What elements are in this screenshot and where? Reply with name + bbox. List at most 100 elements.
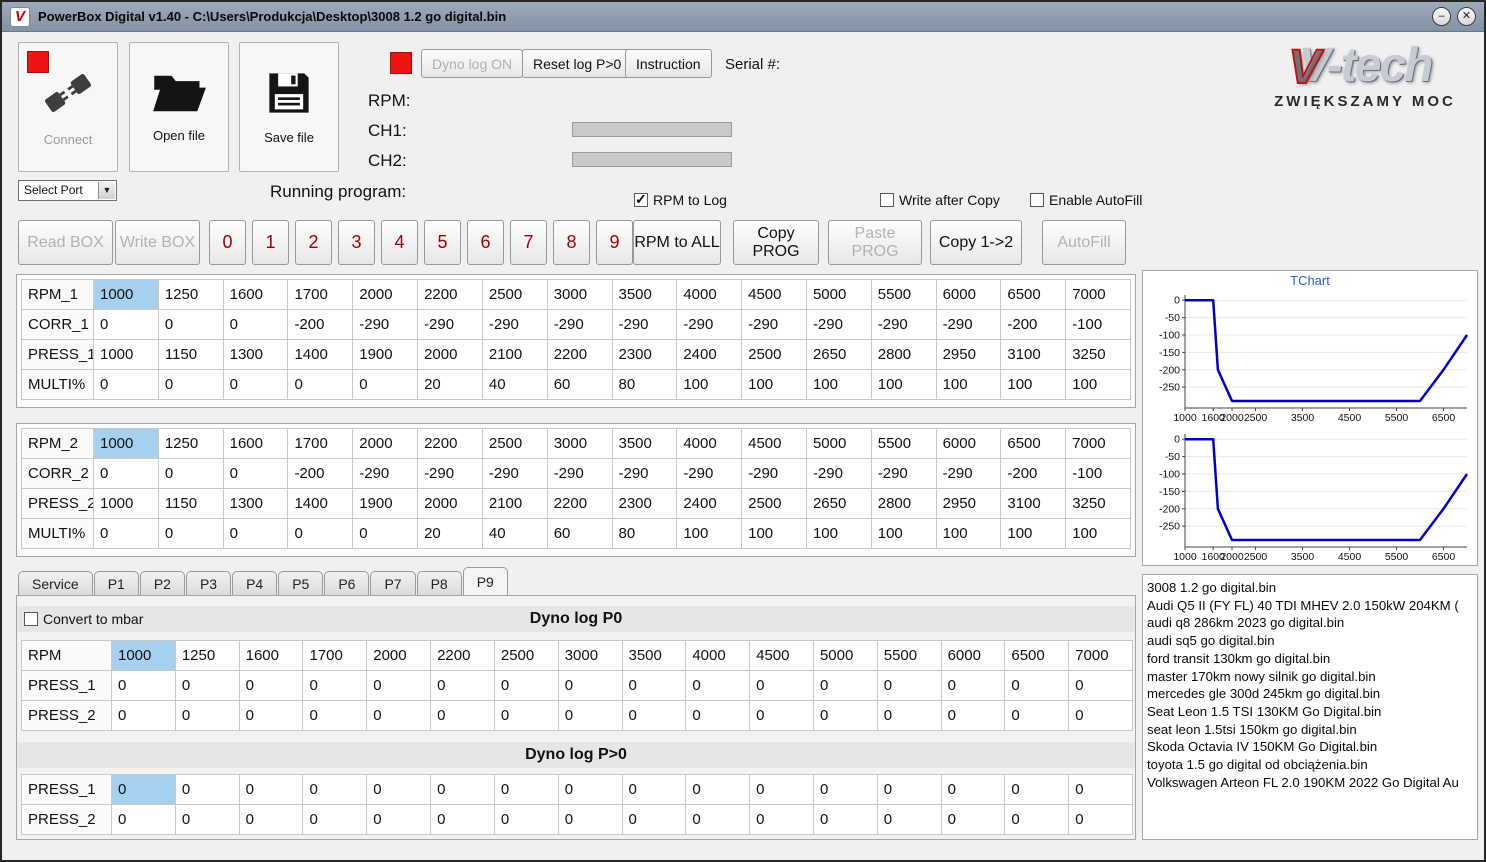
cell-RPM_2-3[interactable]: 1700: [288, 429, 354, 459]
cell-MULTI%-13[interactable]: 100: [936, 370, 1002, 400]
cell-RPM_1-8[interactable]: 3500: [612, 280, 678, 310]
cell-PRESS_2-5[interactable]: 0: [431, 701, 495, 731]
cell-PRESS_2-15[interactable]: 0: [1069, 701, 1133, 731]
cell-RPM-3[interactable]: 1700: [303, 641, 368, 671]
cell-PRESS_2-11[interactable]: 2650: [806, 489, 872, 519]
cell-CORR_1-1[interactable]: 0: [158, 310, 224, 340]
cell-MULTI%-9[interactable]: 100: [677, 519, 743, 549]
checkbox-box[interactable]: [634, 191, 648, 208]
file-list-item[interactable]: 3008 1.2 go digital.bin: [1147, 579, 1477, 597]
cell-PRESS_1-10[interactable]: 0: [750, 671, 814, 701]
cell-RPM-14[interactable]: 6500: [1005, 641, 1070, 671]
cell-RPM_1-10[interactable]: 4500: [742, 280, 807, 310]
cell-CORR_1-11[interactable]: -290: [806, 310, 872, 340]
cell-PRESS_2-7[interactable]: 0: [558, 805, 623, 835]
cell-RPM-7[interactable]: 3000: [558, 641, 623, 671]
cell-PRESS_2-8[interactable]: 0: [622, 701, 687, 731]
cell-CORR_2-11[interactable]: -290: [806, 459, 872, 489]
cell-PRESS_1-13[interactable]: 0: [941, 671, 1006, 701]
cell-RPM_2-2[interactable]: 1600: [223, 429, 289, 459]
cell-CORR_2-12[interactable]: -290: [871, 459, 937, 489]
file-list-item[interactable]: Audi Q5 II (FY FL) 40 TDI MHEV 2.0 150kW…: [1147, 597, 1477, 615]
cell-PRESS_1-14[interactable]: 0: [1005, 775, 1070, 805]
cell-PRESS_2-8[interactable]: 0: [622, 805, 687, 835]
cell-PRESS_1-14[interactable]: 3100: [1001, 340, 1067, 370]
cell-PRESS_2-13[interactable]: 0: [941, 701, 1006, 731]
cell-PRESS_2-12[interactable]: 0: [877, 805, 942, 835]
cell-PRESS_1-3[interactable]: 1400: [288, 340, 354, 370]
cell-PRESS_2-6[interactable]: 0: [494, 805, 559, 835]
cell-CORR_1-9[interactable]: -290: [677, 310, 743, 340]
cell-RPM_1-12[interactable]: 5500: [871, 280, 937, 310]
cell-PRESS_1-3[interactable]: 0: [303, 775, 368, 805]
cell-CORR_2-14[interactable]: -200: [1001, 459, 1067, 489]
cell-MULTI%-12[interactable]: 100: [871, 519, 937, 549]
cell-PRESS_1-12[interactable]: 0: [877, 775, 942, 805]
rpm-to-log-checkbox[interactable]: RPM to Log: [634, 191, 727, 208]
cell-RPM-13[interactable]: 6000: [941, 641, 1006, 671]
cell-PRESS_1-12[interactable]: 2800: [871, 340, 937, 370]
cell-PRESS_2-2[interactable]: 0: [239, 805, 304, 835]
cell-PRESS_1-4[interactable]: 1900: [353, 340, 419, 370]
cell-PRESS_1-2[interactable]: 0: [239, 671, 304, 701]
cell-MULTI%-3[interactable]: 0: [288, 519, 354, 549]
checkbox-box[interactable]: [24, 612, 38, 626]
tab-p6[interactable]: P6: [324, 571, 370, 595]
cell-PRESS_1-8[interactable]: 0: [622, 775, 687, 805]
cell-RPM-11[interactable]: 5000: [813, 641, 878, 671]
open-file-button[interactable]: Open file: [129, 42, 229, 172]
cell-CORR_2-0[interactable]: 0: [94, 459, 159, 489]
cell-CORR_1-10[interactable]: -290: [742, 310, 807, 340]
cell-PRESS_1-8[interactable]: 0: [622, 671, 687, 701]
cell-PRESS_2-0[interactable]: 1000: [94, 489, 159, 519]
cell-PRESS_1-4[interactable]: 0: [367, 775, 432, 805]
file-list-item[interactable]: Skoda Octavia IV 150KM Go Digital.bin: [1147, 738, 1477, 756]
cell-PRESS_1-10[interactable]: 2500: [742, 340, 807, 370]
digit-button-1[interactable]: 1: [252, 220, 289, 265]
cell-MULTI%-0[interactable]: 0: [94, 519, 159, 549]
cell-PRESS_2-14[interactable]: 0: [1005, 701, 1070, 731]
cell-PRESS_2-1[interactable]: 0: [175, 701, 240, 731]
cell-RPM_2-10[interactable]: 4500: [742, 429, 807, 459]
cell-RPM_1-15[interactable]: 7000: [1066, 280, 1131, 310]
cell-PRESS_2-11[interactable]: 0: [813, 805, 878, 835]
cell-CORR_2-5[interactable]: -290: [418, 459, 483, 489]
cell-PRESS_1-3[interactable]: 0: [303, 671, 368, 701]
close-button[interactable]: ✕: [1457, 7, 1476, 26]
cell-RPM_2-1[interactable]: 1250: [158, 429, 224, 459]
digit-button-6[interactable]: 6: [467, 220, 504, 265]
cell-RPM_2-4[interactable]: 2000: [353, 429, 419, 459]
cell-PRESS_2-3[interactable]: 1400: [288, 489, 354, 519]
cell-PRESS_2-3[interactable]: 0: [303, 805, 368, 835]
reset-log-button[interactable]: Reset log P>0: [522, 49, 633, 78]
cell-RPM-15[interactable]: 7000: [1069, 641, 1133, 671]
cell-PRESS_2-8[interactable]: 2300: [612, 489, 678, 519]
cell-PRESS_2-5[interactable]: 0: [431, 805, 495, 835]
tab-service[interactable]: Service: [18, 571, 93, 595]
connect-button[interactable]: Connect: [18, 42, 118, 172]
cell-PRESS_1-14[interactable]: 0: [1005, 671, 1070, 701]
cell-CORR_1-6[interactable]: -290: [482, 310, 548, 340]
cell-CORR_1-8[interactable]: -290: [612, 310, 678, 340]
cell-MULTI%-11[interactable]: 100: [806, 370, 872, 400]
cell-PRESS_2-1[interactable]: 1150: [158, 489, 224, 519]
cell-RPM_1-14[interactable]: 6500: [1001, 280, 1067, 310]
cell-PRESS_1-5[interactable]: 0: [431, 775, 495, 805]
file-list-item[interactable]: mercedes gle 300d 245km go digital.bin: [1147, 685, 1477, 703]
digit-button-5[interactable]: 5: [424, 220, 461, 265]
copy-1-to-2-button[interactable]: Copy 1->2: [930, 220, 1022, 265]
cell-PRESS_1-9[interactable]: 0: [686, 775, 751, 805]
cell-PRESS_1-12[interactable]: 0: [877, 671, 942, 701]
cell-MULTI%-10[interactable]: 100: [742, 370, 807, 400]
cell-RPM_2-13[interactable]: 6000: [936, 429, 1002, 459]
cell-PRESS_1-11[interactable]: 2650: [806, 340, 872, 370]
cell-PRESS_1-10[interactable]: 0: [750, 775, 814, 805]
cell-PRESS_2-1[interactable]: 0: [175, 805, 240, 835]
cell-PRESS_2-12[interactable]: 2800: [871, 489, 937, 519]
cell-PRESS_2-9[interactable]: 2400: [677, 489, 743, 519]
enable-autofill-checkbox[interactable]: Enable AutoFill: [1030, 192, 1142, 208]
cell-CORR_1-4[interactable]: -290: [353, 310, 419, 340]
cell-PRESS_1-8[interactable]: 2300: [612, 340, 678, 370]
digit-button-7[interactable]: 7: [510, 220, 547, 265]
cell-PRESS_2-3[interactable]: 0: [303, 701, 368, 731]
